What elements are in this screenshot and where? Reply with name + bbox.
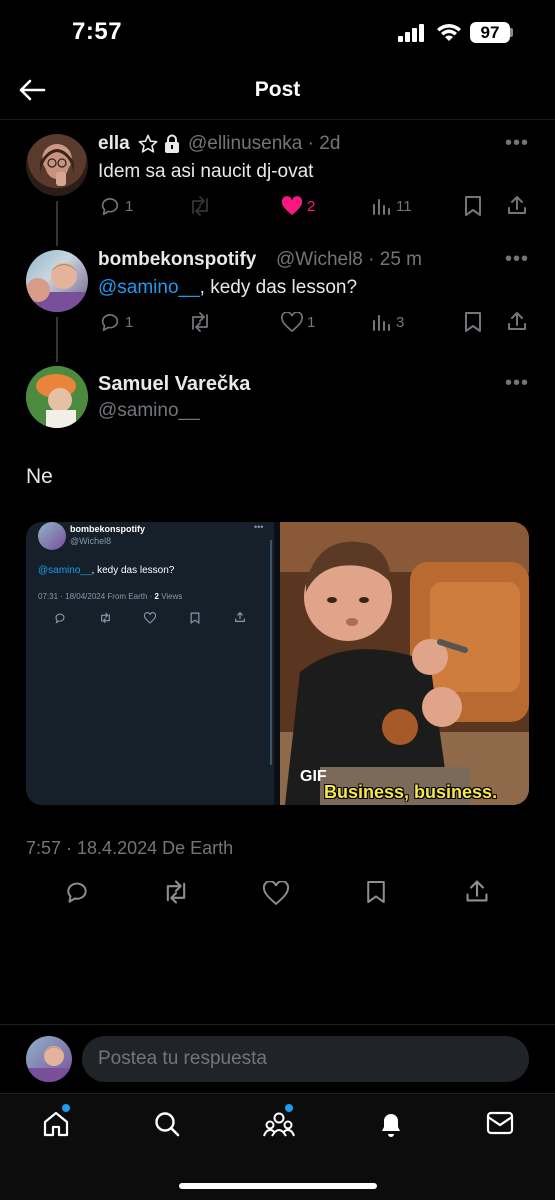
home-indicator (179, 1183, 377, 1189)
screenshot-author-name: bombekonspotify (70, 524, 146, 534)
communities-notification-dot (285, 1104, 293, 1112)
screenshot-more-icon: ••• (254, 522, 264, 532)
post-time: 25 m (379, 249, 423, 270)
messages-icon[interactable] (486, 1111, 514, 1135)
screenshot-author-handle: @Wichel8 (70, 536, 112, 546)
like-button[interactable] (281, 196, 303, 216)
home-icon[interactable] (42, 1110, 70, 1138)
battery-indicator: 97 (470, 22, 510, 43)
gif-image[interactable] (280, 522, 529, 805)
main-post-author-handle[interactable]: @samino__ (98, 400, 200, 422)
handle-text: @Wichel8 (276, 249, 363, 270)
reply-button[interactable] (99, 195, 121, 217)
avatar[interactable] (26, 366, 88, 428)
more-options-icon[interactable]: ••• (505, 132, 529, 155)
share-button[interactable] (506, 310, 528, 332)
share-icon (234, 611, 246, 623)
header-divider (0, 119, 555, 120)
avatar[interactable] (26, 250, 88, 312)
views-count: 3 (396, 314, 405, 331)
repost-icon (99, 612, 112, 624)
repost-button[interactable] (188, 196, 212, 216)
main-post-author-name[interactable]: Samuel Varečka (98, 373, 250, 396)
like-button[interactable] (281, 312, 303, 332)
page-title: Post (254, 78, 301, 101)
post-author-name[interactable]: bombekonspotify (98, 249, 256, 271)
screenshot-views-label: Views (158, 592, 183, 601)
reply-button[interactable] (99, 311, 121, 333)
post-time: 2d (319, 133, 341, 154)
like-icon (144, 612, 156, 624)
more-options-icon[interactable]: ••• (505, 372, 529, 395)
views-icon[interactable] (372, 196, 392, 216)
handle-text: @ellinusenka (188, 133, 303, 154)
bookmark-icon (190, 612, 200, 624)
views-icon[interactable] (372, 312, 392, 332)
battery-nub (510, 28, 513, 37)
post-author-handle: @ellinusenka · 2d (188, 133, 341, 154)
post-author-handle: @Wichel8 · 25 m (276, 249, 423, 270)
gif-caption: Business, business. (324, 782, 498, 802)
bookmark-button[interactable] (464, 195, 482, 217)
reply-count: 1 (125, 314, 134, 331)
screenshot-post-text: @samino__, kedy das lesson? (38, 565, 174, 576)
screenshot-meta: 07:31 · 18/04/2024 From Earth · 2 Views (38, 592, 182, 601)
post-text: @samino__, kedy das lesson? (98, 277, 357, 299)
like-button[interactable] (263, 881, 289, 905)
avatar[interactable] (26, 134, 88, 196)
lock-icon (163, 134, 181, 154)
post-text-body: , kedy das lesson? (199, 277, 358, 298)
bookmark-button[interactable] (464, 311, 482, 333)
status-time: 7:57 (72, 18, 123, 45)
repost-button[interactable] (162, 880, 190, 904)
thread-connector (56, 201, 58, 246)
reply-bar-divider (0, 1024, 555, 1025)
share-button[interactable] (464, 878, 490, 904)
share-button[interactable] (506, 194, 528, 216)
bookmark-button[interactable] (366, 879, 386, 905)
avatar (26, 1036, 72, 1082)
screenshot-meta-time: 07:31 · 18/04/2024 From Earth · (38, 592, 155, 601)
like-count: 2 (307, 198, 316, 215)
post-timestamp: 7:57 · 18.4.2024 De Earth (26, 838, 234, 858)
more-options-icon[interactable]: ••• (505, 248, 529, 271)
avatar (38, 522, 66, 550)
main-post-text: Ne (26, 465, 53, 488)
communities-icon[interactable] (263, 1110, 295, 1138)
thread-connector (56, 317, 58, 362)
search-icon[interactable] (153, 1110, 181, 1138)
like-count: 1 (307, 314, 316, 331)
star-icon (138, 134, 158, 154)
post-text: Idem sa asi naucit dj-ovat (98, 161, 314, 182)
reply-input[interactable]: Postea tu respuesta (82, 1036, 529, 1082)
reply-icon (54, 612, 66, 624)
views-count: 11 (396, 198, 412, 215)
screenshot-scrollbar (270, 540, 272, 765)
reply-button[interactable] (64, 879, 90, 905)
mention-link[interactable]: @samino__ (98, 277, 200, 298)
reply-count: 1 (125, 198, 134, 215)
gif-badge: GIF (300, 768, 327, 785)
cellular-signal-icon (398, 24, 426, 42)
post-author-name[interactable]: ella (98, 133, 130, 155)
home-notification-dot (62, 1104, 70, 1112)
notifications-bell-icon[interactable] (377, 1109, 405, 1139)
repost-button[interactable] (188, 312, 212, 332)
screenshot-mention: @samino__ (38, 565, 92, 576)
wifi-icon (436, 22, 462, 42)
screenshot-text-body: , kedy das lesson? (91, 565, 175, 576)
